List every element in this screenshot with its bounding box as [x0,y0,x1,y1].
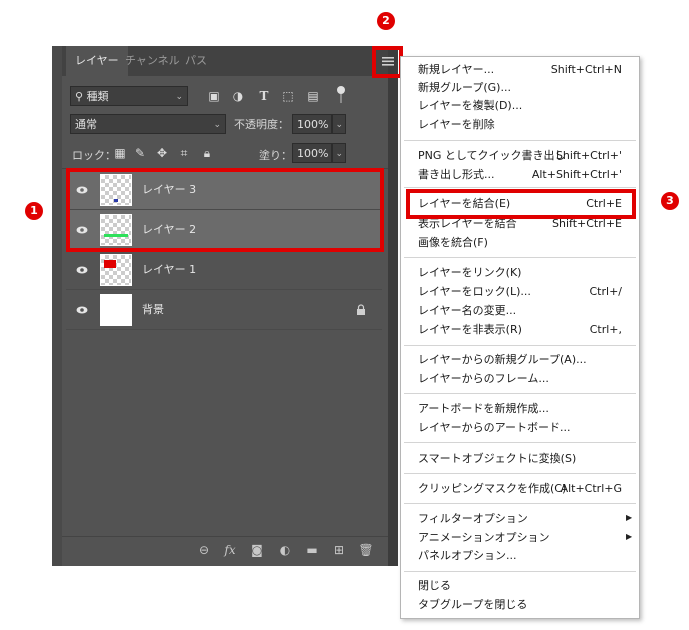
pixel-filter-icon[interactable]: ▣ [206,88,222,104]
lock-position-icon[interactable]: ✥ [154,145,170,161]
opacity-dropdown[interactable]: ⌄ [332,114,346,134]
filter-toggle[interactable] [336,85,346,105]
menu-item-frame-from-layers[interactable]: レイヤーからのフレーム... [418,370,549,388]
trash-icon[interactable]: 🗑︎ [358,542,374,558]
menu-item-close-tab-group[interactable]: タブグループを閉じる [418,596,527,614]
layer-name[interactable]: 背景 [142,290,164,330]
menu-item-close[interactable]: 閉じる [418,577,451,595]
chevron-down-icon: ⌄ [335,149,343,159]
search-icon: ⚲ [75,90,84,103]
menu-item-delete-layer[interactable]: レイヤーを削除 [418,116,495,134]
menu-item-new-group[interactable]: 新規グループ(G)... [418,79,511,97]
panel-scrollbar[interactable] [388,46,398,566]
menu-shortcut: Shift+Ctrl+' [555,149,622,162]
menu-item-new-layer[interactable]: 新規レイヤー... [418,61,494,79]
layer-name[interactable]: レイヤー 1 [142,250,196,290]
lock-artboard-icon[interactable]: ⌗ [176,145,192,161]
layer-row-1[interactable]: レイヤー 1 [66,250,382,290]
adjustment-filter-icon[interactable]: ◑ [230,88,246,104]
panel-menu-button[interactable] [380,54,396,68]
hamburger-icon [382,57,394,66]
menu-item-duplicate-layer[interactable]: レイヤーを複製(D)... [418,97,522,115]
eye-icon[interactable] [76,304,88,316]
callout-badge-2: 2 [377,12,395,30]
menu-item-group-from-layers[interactable]: レイヤーからの新規グループ(A)... [418,351,587,369]
smartobject-filter-icon[interactable]: ▤ [305,88,321,104]
filter-kind-label: 種類 [86,90,109,103]
menu-separator [404,393,636,394]
menu-item-link-layers[interactable]: レイヤーをリンク(K) [418,264,521,282]
link-icon[interactable]: ⊖ [196,542,212,558]
mask-icon[interactable]: ◙ [249,542,265,558]
chevron-down-icon: ⌄ [213,120,221,130]
menu-shortcut: Shift+Ctrl+N [550,63,622,76]
menu-item-artboard-from-layers[interactable]: レイヤーからのアートボード... [418,419,571,437]
layer-thumb-mark [104,260,116,268]
menu-shortcut: Ctrl+/ [589,285,623,298]
callout-badge-1: 1 [25,202,43,220]
lock-image-brush-icon[interactable]: ✎ [132,145,148,161]
menu-item-animation-options[interactable]: アニメーションオプション [418,529,550,547]
menu-item-hide-layers[interactable]: レイヤーを非表示(R) [418,321,522,339]
opacity-input[interactable]: 100% [292,114,332,134]
menu-separator [404,257,636,258]
filter-kind-dropdown[interactable]: ⚲ 種類 ⌄ [70,86,188,106]
layer-thumbnail [100,294,132,326]
fill-input[interactable]: 100% [292,143,332,163]
lock-all-icon[interactable]: 🔒︎ [199,145,215,161]
menu-item-filter-options[interactable]: フィルターオプション [418,510,528,528]
panel-left-edge [52,46,62,566]
adjustment-icon[interactable]: ◐ [277,542,293,558]
submenu-arrow-icon: ▶ [626,513,633,522]
menu-separator [404,187,636,188]
menu-shortcut: Ctrl+E [586,197,622,210]
menu-item-export-as[interactable]: 書き出し形式... [418,166,495,184]
menu-item-panel-options[interactable]: パネルオプション... [418,547,517,565]
menu-item-flatten-image[interactable]: 画像を統合(F) [418,234,488,252]
type-filter-icon[interactable]: T [256,88,272,104]
toggle-icon [337,86,345,103]
blend-mode-dropdown[interactable]: 通常 ⌄ [70,114,226,134]
folder-icon[interactable]: ▬ [304,542,320,558]
layer-thumbnail [100,254,132,286]
fx-icon[interactable]: fx [222,542,238,558]
lock-icon [357,304,365,315]
tab-paths[interactable]: パス [176,46,216,76]
shape-filter-icon[interactable]: ⬚ [280,88,296,104]
menu-item-new-artboard[interactable]: アートボードを新規作成... [418,400,549,418]
menu-item-merge-layers-highlighted[interactable]: レイヤーを結合(E) [418,195,510,213]
menu-item-convert-smart-object[interactable]: スマートオブジェクトに変換(S) [418,450,576,468]
new-layer-icon[interactable]: ⊞ [331,542,347,558]
menu-item-lock-layers[interactable]: レイヤーをロック(L)... [418,283,531,301]
callout-badge-3: 3 [661,192,679,210]
menu-separator [404,473,636,474]
menu-separator [404,571,636,572]
menu-separator [404,345,636,346]
opacity-label: 不透明度： [234,118,289,131]
menu-separator [404,503,636,504]
chevron-down-icon: ⌄ [175,92,183,102]
menu-shortcut: Ctrl+, [589,323,622,336]
menu-shortcut: Alt+Ctrl+G [560,482,622,495]
chevron-down-icon: ⌄ [335,120,343,130]
menu-item-rename-layer[interactable]: レイヤー名の変更... [418,302,516,320]
selected-layers-highlight [66,168,384,252]
fill-dropdown[interactable]: ⌄ [332,143,346,163]
eye-icon[interactable] [76,264,88,276]
blend-mode-value: 通常 [75,118,97,131]
layer-row-background[interactable]: 背景 [66,290,382,330]
menu-separator [404,442,636,443]
submenu-arrow-icon: ▶ [626,532,633,541]
lock-label: ロック： [72,149,116,162]
lock-transparent-icon[interactable]: ▦ [112,145,128,161]
menu-separator [404,140,636,141]
menu-shortcut: Alt+Shift+Ctrl+' [531,168,622,181]
fill-label: 塗り： [259,149,292,162]
